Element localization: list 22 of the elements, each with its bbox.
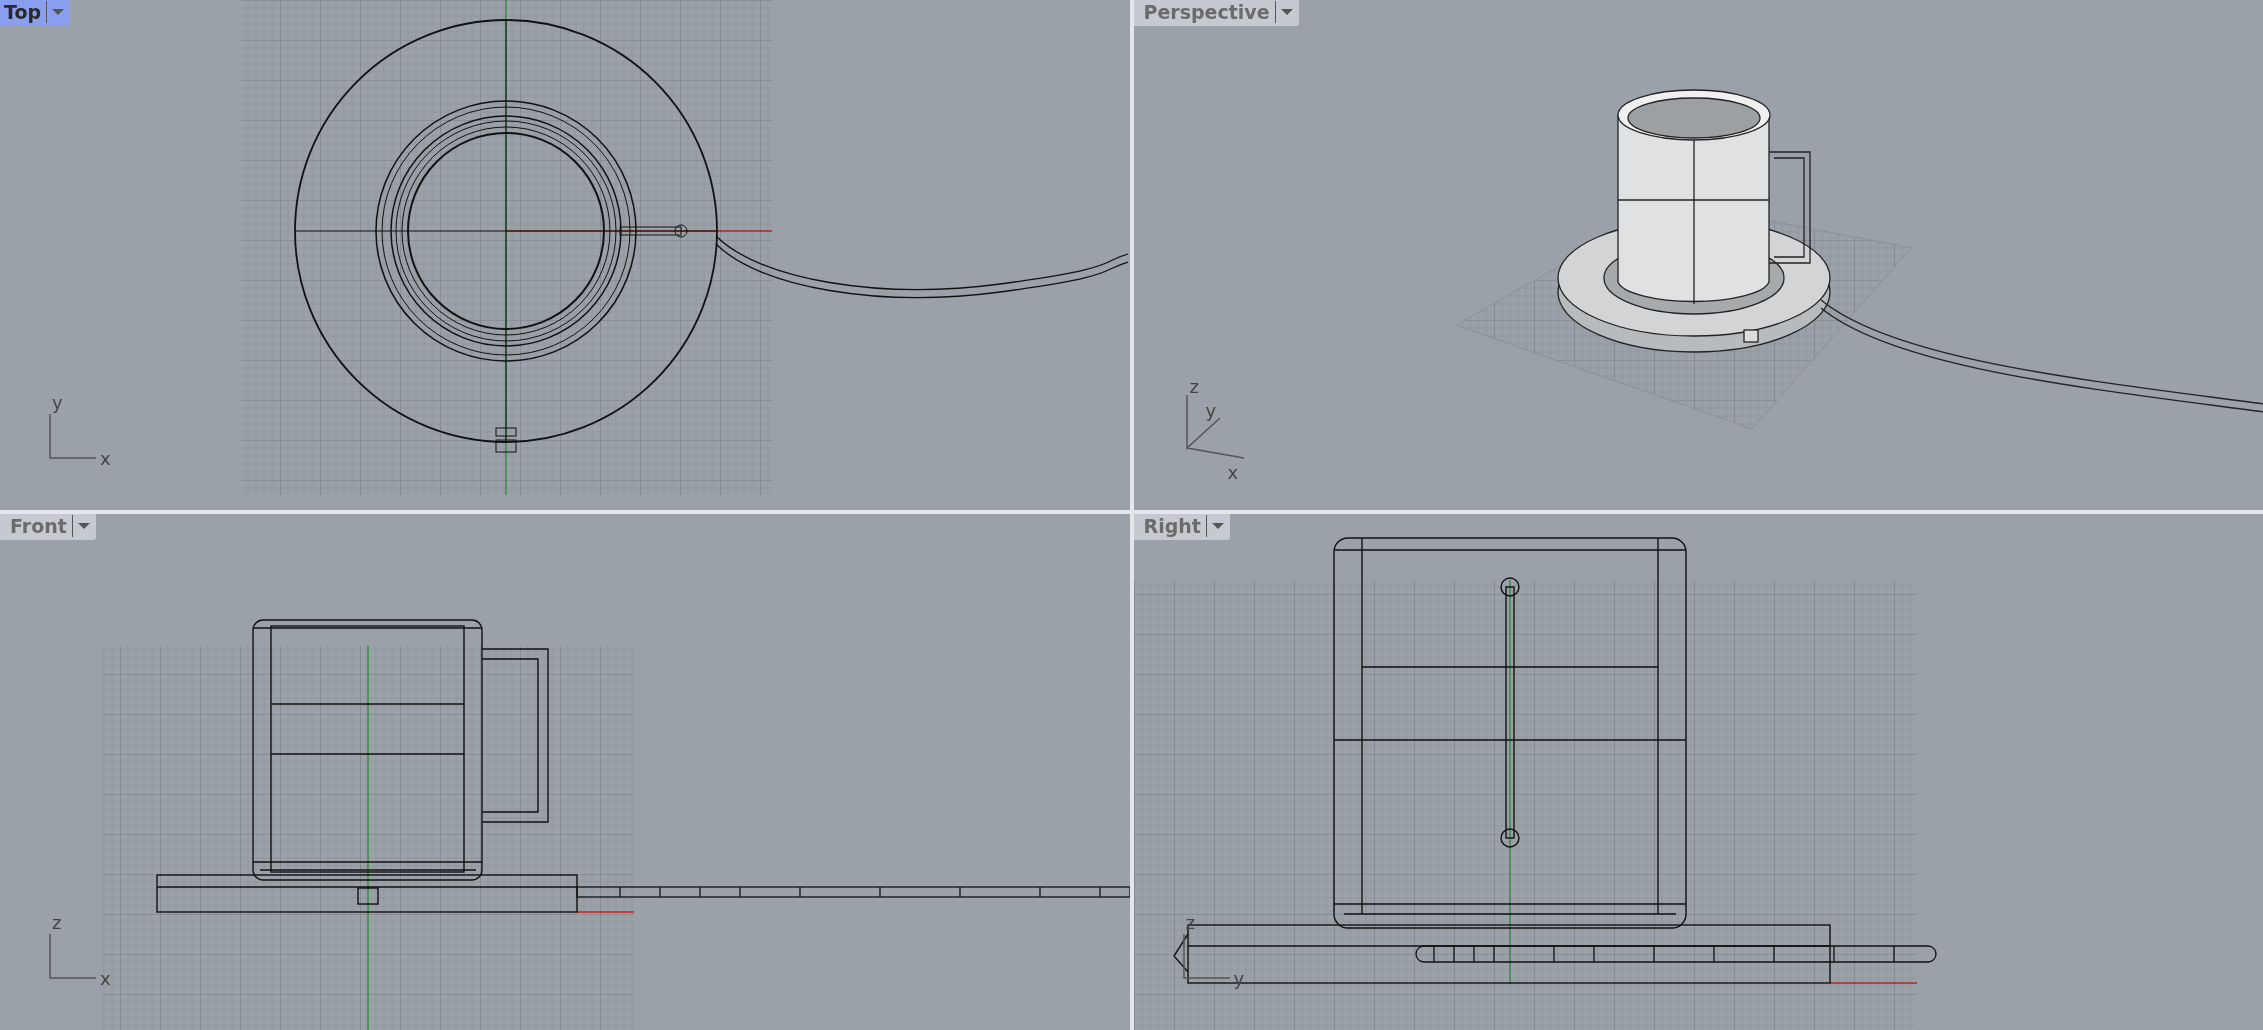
viewport-title-tab[interactable]: Perspective xyxy=(1133,0,1299,26)
viewport-title: Perspective xyxy=(1143,1,1270,23)
viewport-title: Top xyxy=(4,1,42,23)
axis-triad-icon xyxy=(48,414,98,460)
axis-label: x xyxy=(100,970,111,988)
viewport-title: Front xyxy=(10,515,67,537)
axis-label: z xyxy=(52,914,62,932)
caret-icon[interactable] xyxy=(1211,523,1224,529)
viewport-title-tab[interactable]: Front xyxy=(0,514,96,540)
viewport-title-tab[interactable]: Right xyxy=(1133,514,1230,540)
viewport-title-tab[interactable]: Top xyxy=(0,0,71,26)
caret-icon[interactable] xyxy=(77,523,90,529)
axis-triad-icon xyxy=(48,934,98,980)
axis-label: x xyxy=(1227,464,1239,482)
axis-label: x xyxy=(100,450,111,468)
axis-label: y xyxy=(1205,402,1217,420)
caret-icon[interactable] xyxy=(1280,9,1293,15)
caret-icon[interactable] xyxy=(52,9,65,15)
axis-triad-icon xyxy=(1181,934,1232,980)
axis-label: y xyxy=(52,394,63,412)
viewport-title: Right xyxy=(1143,515,1201,537)
axis-label: z xyxy=(1189,378,1199,396)
